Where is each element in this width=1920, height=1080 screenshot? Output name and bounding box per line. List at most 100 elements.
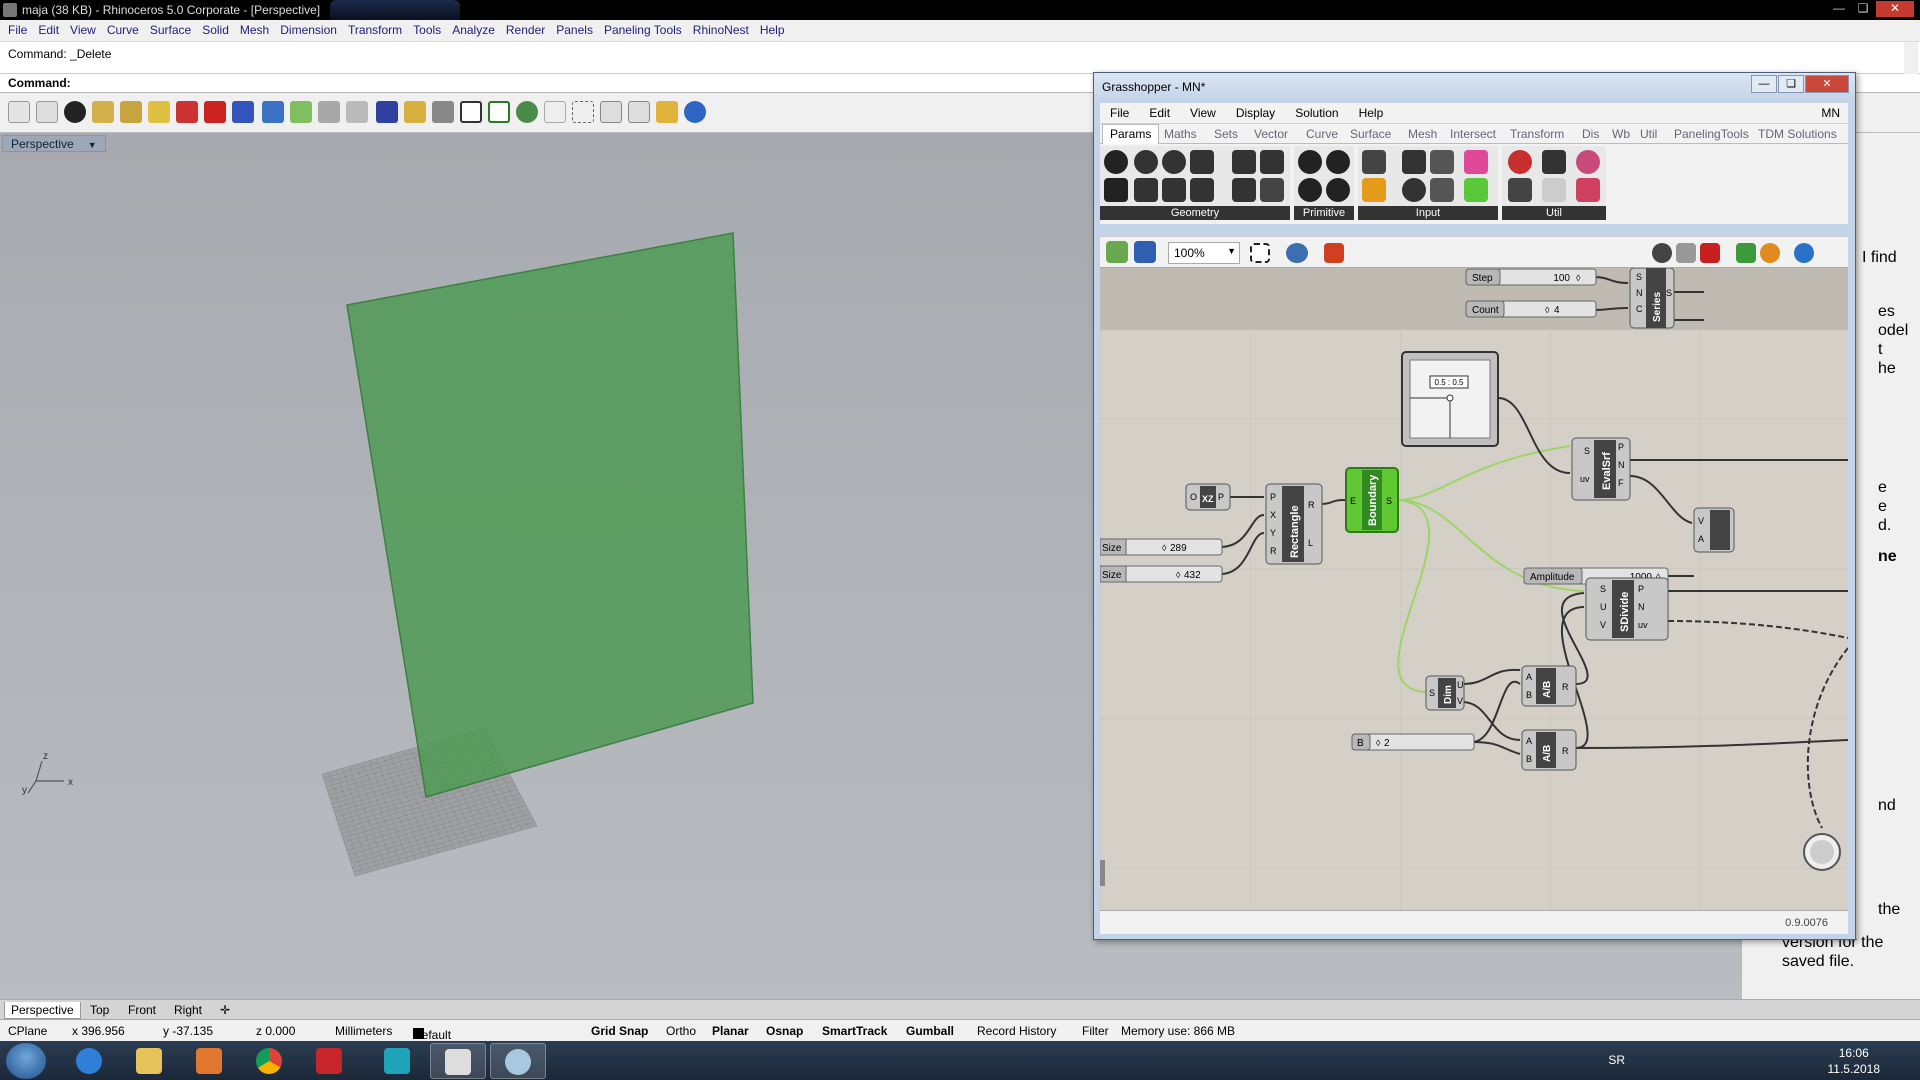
gh-document-label[interactable]: MN: [1821, 106, 1840, 120]
ribbon-tool-7-icon[interactable]: [232, 101, 254, 123]
status-cplane[interactable]: CPlane: [8, 1024, 47, 1038]
preview-wire-icon[interactable]: [1652, 243, 1672, 263]
tab-right[interactable]: Right: [168, 1002, 208, 1019]
viewport-title-tab[interactable]: Perspective ▼: [2, 135, 106, 152]
gh-tab-transform[interactable]: Transform: [1510, 127, 1564, 141]
tab-perspective[interactable]: Perspective: [4, 1002, 81, 1019]
canvas-scroll-handle[interactable]: [1100, 860, 1105, 886]
taskbar-media-player[interactable]: [182, 1043, 238, 1079]
gh-tab-panelingtools[interactable]: PanelingTools: [1674, 127, 1749, 141]
boundary-surface[interactable]: [346, 232, 754, 798]
save-hpgl-icon[interactable]: [628, 101, 650, 123]
save-svg-icon[interactable]: [600, 101, 622, 123]
menu-paneling-tools[interactable]: Paneling Tools: [598, 20, 687, 41]
button-input-icon[interactable]: [1402, 150, 1426, 174]
language-indicator[interactable]: SR: [1608, 1053, 1625, 1067]
md-slider[interactable]: 0.5 : 0.5: [1401, 351, 1499, 447]
b-slider[interactable]: B ◊ 2: [1351, 733, 1475, 751]
menu-panels[interactable]: Panels: [550, 20, 598, 41]
select-tool-icon[interactable]: [346, 101, 368, 123]
curve-tool-icon[interactable]: [290, 101, 312, 123]
help-icon[interactable]: [684, 101, 706, 123]
menu-rhinonest[interactable]: RhinoNest: [687, 20, 754, 41]
twisted-box-param-icon[interactable]: [1260, 178, 1284, 202]
grid-icon[interactable]: [488, 101, 510, 123]
ribbon-group-geometry-label[interactable]: Geometry: [1100, 206, 1290, 220]
relay-util-icon[interactable]: [1542, 178, 1566, 202]
gh-restore-button[interactable]: ❏: [1778, 75, 1804, 93]
preview-selected-icon[interactable]: [1736, 243, 1756, 263]
measure-tool-icon[interactable]: [432, 101, 454, 123]
window-select-icon[interactable]: [460, 101, 482, 123]
circle-param-icon[interactable]: [1134, 150, 1158, 174]
amplitude-target-component[interactable]: V A: [1693, 507, 1735, 553]
gh-tab-curve[interactable]: Curve: [1306, 127, 1338, 141]
gh-tab-params[interactable]: Params: [1102, 124, 1160, 144]
gh-menu-edit[interactable]: Edit: [1139, 103, 1180, 123]
taskbar-rhino[interactable]: [430, 1043, 486, 1079]
xz-plane-component[interactable]: O P XZ: [1185, 483, 1231, 511]
folder-tool-icon[interactable]: [404, 101, 426, 123]
gh-tab-surface[interactable]: Surface: [1350, 127, 1391, 141]
taskbar-autocad[interactable]: [302, 1043, 358, 1079]
sweep-tool-icon[interactable]: [318, 101, 340, 123]
preview-eye-icon[interactable]: [1286, 243, 1308, 263]
panel-input-icon[interactable]: [1430, 178, 1454, 202]
surface-param-icon[interactable]: [1232, 178, 1256, 202]
open-file-icon[interactable]: [36, 101, 58, 123]
division-component-2[interactable]: A B R A/B: [1521, 729, 1577, 771]
ribbon-tool-4-icon[interactable]: [148, 101, 170, 123]
close-button[interactable]: ✕: [1876, 1, 1914, 17]
open-document-icon[interactable]: [1106, 241, 1128, 263]
cherry-util-icon[interactable]: [1508, 150, 1532, 174]
tab-front[interactable]: Front: [122, 1002, 162, 1019]
size-slider-2[interactable]: Size ◊ 432: [1100, 565, 1223, 583]
ribbon-tool-2-icon[interactable]: [92, 101, 114, 123]
menu-render[interactable]: Render: [500, 20, 550, 41]
taskbar-grasshopper[interactable]: [490, 1043, 546, 1079]
menu-file[interactable]: File: [2, 20, 32, 41]
viewport-menu-icon[interactable]: ▼: [88, 140, 97, 150]
clock[interactable]: 16:06 11.5.2018: [1828, 1045, 1881, 1077]
ribbon-group-util-label[interactable]: Util: [1502, 206, 1606, 220]
count-slider[interactable]: Count ◊ 4: [1465, 300, 1597, 318]
add-viewport-icon[interactable]: ✛: [214, 1002, 236, 1019]
size-slider-1[interactable]: Size ◊ 289: [1100, 538, 1223, 556]
ribbon-tool-1-icon[interactable]: [64, 101, 86, 123]
start-button[interactable]: [6, 1043, 46, 1079]
sdivide-component[interactable]: S U V P N uv SDivide: [1585, 577, 1669, 641]
menu-transform[interactable]: Transform: [342, 20, 407, 41]
ribbon-tool-3-icon[interactable]: [120, 101, 142, 123]
evalsrf-component[interactable]: S uv P N F EvalSrf: [1571, 437, 1631, 501]
status-record-history[interactable]: Record History: [977, 1024, 1056, 1038]
taskbar-chrome[interactable]: [242, 1043, 298, 1079]
gh-tab-maths[interactable]: Maths: [1164, 127, 1197, 141]
menu-surface[interactable]: Surface: [144, 20, 196, 41]
boolean-param-icon[interactable]: [1298, 150, 1322, 174]
gh-minimize-button[interactable]: —: [1751, 75, 1777, 93]
status-planar[interactable]: Planar: [712, 1024, 749, 1038]
gh-menu-file[interactable]: File: [1100, 103, 1139, 123]
save-document-icon[interactable]: [1134, 241, 1156, 263]
minimize-button[interactable]: —: [1828, 1, 1850, 17]
viewer-util-icon[interactable]: [1576, 150, 1600, 174]
arc-param-icon[interactable]: [1162, 150, 1186, 174]
graph-input-icon[interactable]: [1362, 178, 1386, 202]
number-param-icon[interactable]: [1298, 178, 1322, 202]
toggle-input-icon[interactable]: [1402, 178, 1426, 202]
dim-component[interactable]: S U V Dim: [1425, 675, 1465, 711]
restore-button[interactable]: ❏: [1852, 1, 1874, 17]
canvas-navigator[interactable]: [1803, 833, 1841, 871]
gh-tab-tdm-solutions[interactable]: TDM Solutions: [1758, 127, 1837, 141]
gh-tab-dis[interactable]: Dis: [1582, 127, 1599, 141]
point-param-icon[interactable]: [1162, 178, 1186, 202]
box-icon[interactable]: [262, 101, 284, 123]
zoom-extents-icon[interactable]: [1250, 243, 1270, 263]
ribbon-tool-6-icon[interactable]: [204, 101, 226, 123]
gh-tab-intersect[interactable]: Intersect: [1450, 127, 1496, 141]
taskbar-app[interactable]: [370, 1043, 426, 1079]
cluster-util-icon[interactable]: [1508, 178, 1532, 202]
status-units[interactable]: Millimeters: [335, 1024, 392, 1038]
gh-tab-sets[interactable]: Sets: [1214, 127, 1238, 141]
zoom-level-dropdown[interactable]: 100% ▼: [1168, 242, 1240, 264]
